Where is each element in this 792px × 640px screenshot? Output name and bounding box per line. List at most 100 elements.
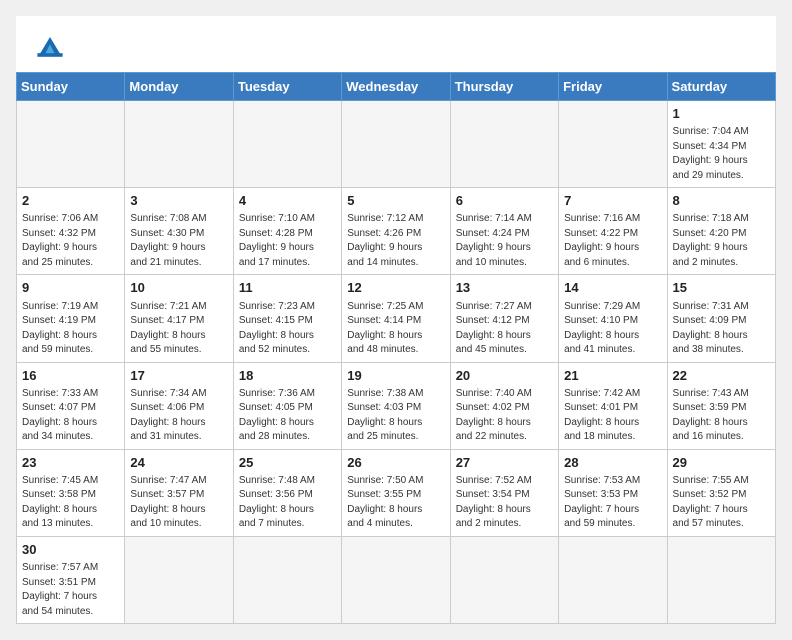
calendar-cell: 17 Sunrise: 7:34 AM Sunset: 4:06 PM Dayli… [125, 362, 233, 449]
weekday-header-monday: Monday [125, 73, 233, 101]
calendar-cell [450, 101, 558, 188]
day-info: Sunrise: 7:14 AM Sunset: 4:24 PM Dayligh… [456, 212, 553, 270]
calendar-cell: 4Sunrise: 7:10 AM Sunset: 4:28 PM Daylig… [233, 188, 341, 275]
calendar-cell: 18 Sunrise: 7:36 AM Sunset: 4:05 PM Dayli… [233, 362, 341, 449]
calendar-cell: 20 Sunrise: 7:40 AM Sunset: 4:02 PM Dayli… [450, 362, 558, 449]
calendar-cell: 21Sunrise: 7:42 AM Sunset: 4:01 PM Dayli… [559, 362, 667, 449]
calendar-cell [559, 101, 667, 188]
weekday-header-friday: Friday [559, 73, 667, 101]
calendar-week-2: 2 Sunrise: 7:06 AM Sunset: 4:32 PM Daylig… [17, 188, 776, 275]
day-number: 28 [564, 454, 661, 472]
day-number: 18 [239, 367, 336, 385]
day-info: Sunrise: 7:04 AM Sunset: 4:34 PM Dayligh… [673, 125, 770, 183]
day-number: 20 [456, 367, 553, 385]
calendar-cell: 11 Sunrise: 7:23 AM Sunset: 4:15 PM Dayli… [233, 275, 341, 362]
calendar-cell [667, 536, 775, 623]
day-number: 5 [347, 192, 444, 210]
day-info: Sunrise: 7:06 AM Sunset: 4:32 PM Dayligh… [22, 212, 119, 270]
calendar-cell: 29 Sunrise: 7:55 AM Sunset: 3:52 PM Dayli… [667, 449, 775, 536]
day-number: 7 [564, 192, 661, 210]
day-info: Sunrise: 7:55 AM Sunset: 3:52 PM Dayligh… [673, 474, 770, 532]
calendar-week-4: 16Sunrise: 7:33 AM Sunset: 4:07 PM Dayli… [17, 362, 776, 449]
day-number: 8 [673, 192, 770, 210]
calendar-cell: 24 Sunrise: 7:47 AM Sunset: 3:57 PM Dayli… [125, 449, 233, 536]
calendar-cell: 1Sunrise: 7:04 AM Sunset: 4:34 PM Daylig… [667, 101, 775, 188]
day-info: Sunrise: 7:47 AM Sunset: 3:57 PM Dayligh… [130, 474, 227, 532]
weekday-header-sunday: Sunday [17, 73, 125, 101]
calendar-cell: 7 Sunrise: 7:16 AM Sunset: 4:22 PM Daylig… [559, 188, 667, 275]
calendar-week-5: 23 Sunrise: 7:45 AM Sunset: 3:58 PM Dayli… [17, 449, 776, 536]
calendar-cell: 6 Sunrise: 7:14 AM Sunset: 4:24 PM Daylig… [450, 188, 558, 275]
day-number: 21 [564, 367, 661, 385]
day-info: Sunrise: 7:21 AM Sunset: 4:17 PM Dayligh… [130, 300, 227, 358]
day-number: 10 [130, 279, 227, 297]
weekday-header-thursday: Thursday [450, 73, 558, 101]
day-info: Sunrise: 7:16 AM Sunset: 4:22 PM Dayligh… [564, 212, 661, 270]
day-info: Sunrise: 7:25 AM Sunset: 4:14 PM Dayligh… [347, 300, 444, 358]
calendar-cell: 12 Sunrise: 7:25 AM Sunset: 4:14 PM Dayli… [342, 275, 450, 362]
calendar-cell [342, 536, 450, 623]
day-info: Sunrise: 7:36 AM Sunset: 4:05 PM Dayligh… [239, 387, 336, 445]
day-info: Sunrise: 7:34 AM Sunset: 4:06 PM Dayligh… [130, 387, 227, 445]
day-info: Sunrise: 7:45 AM Sunset: 3:58 PM Dayligh… [22, 474, 119, 532]
day-info: Sunrise: 7:27 AM Sunset: 4:12 PM Dayligh… [456, 300, 553, 358]
day-info: Sunrise: 7:12 AM Sunset: 4:26 PM Dayligh… [347, 212, 444, 270]
calendar-cell [125, 536, 233, 623]
day-info: Sunrise: 7:53 AM Sunset: 3:53 PM Dayligh… [564, 474, 661, 532]
calendar-cell [17, 101, 125, 188]
day-info: Sunrise: 7:50 AM Sunset: 3:55 PM Dayligh… [347, 474, 444, 532]
day-number: 15 [673, 279, 770, 297]
day-number: 6 [456, 192, 553, 210]
calendar-cell: 2 Sunrise: 7:06 AM Sunset: 4:32 PM Daylig… [17, 188, 125, 275]
calendar-cell [450, 536, 558, 623]
calendar-cell: 27Sunrise: 7:52 AM Sunset: 3:54 PM Dayli… [450, 449, 558, 536]
calendar-cell: 22 Sunrise: 7:43 AM Sunset: 3:59 PM Dayli… [667, 362, 775, 449]
calendar-cell: 16Sunrise: 7:33 AM Sunset: 4:07 PM Dayli… [17, 362, 125, 449]
day-info: Sunrise: 7:18 AM Sunset: 4:20 PM Dayligh… [673, 212, 770, 270]
weekday-header-saturday: Saturday [667, 73, 775, 101]
day-info: Sunrise: 7:23 AM Sunset: 4:15 PM Dayligh… [239, 300, 336, 358]
calendar-week-1: 1Sunrise: 7:04 AM Sunset: 4:34 PM Daylig… [17, 101, 776, 188]
calendar-cell: 8 Sunrise: 7:18 AM Sunset: 4:20 PM Daylig… [667, 188, 775, 275]
calendar-cell: 5 Sunrise: 7:12 AM Sunset: 4:26 PM Daylig… [342, 188, 450, 275]
logo [32, 28, 74, 64]
day-number: 11 [239, 279, 336, 297]
day-number: 9 [22, 279, 119, 297]
weekday-header-tuesday: Tuesday [233, 73, 341, 101]
day-info: Sunrise: 7:48 AM Sunset: 3:56 PM Dayligh… [239, 474, 336, 532]
calendar-cell [125, 101, 233, 188]
calendar-cell: 9 Sunrise: 7:19 AM Sunset: 4:19 PM Daylig… [17, 275, 125, 362]
weekday-header-wednesday: Wednesday [342, 73, 450, 101]
day-info: Sunrise: 7:29 AM Sunset: 4:10 PM Dayligh… [564, 300, 661, 358]
day-number: 16 [22, 367, 119, 385]
day-number: 27 [456, 454, 553, 472]
day-info: Sunrise: 7:43 AM Sunset: 3:59 PM Dayligh… [673, 387, 770, 445]
calendar-cell: 25Sunrise: 7:48 AM Sunset: 3:56 PM Dayli… [233, 449, 341, 536]
day-number: 29 [673, 454, 770, 472]
day-number: 2 [22, 192, 119, 210]
calendar-week-6: 30Sunrise: 7:57 AM Sunset: 3:51 PM Dayli… [17, 536, 776, 623]
day-info: Sunrise: 7:31 AM Sunset: 4:09 PM Dayligh… [673, 300, 770, 358]
calendar-cell: 3Sunrise: 7:08 AM Sunset: 4:30 PM Daylig… [125, 188, 233, 275]
day-number: 22 [673, 367, 770, 385]
calendar-cell: 30Sunrise: 7:57 AM Sunset: 3:51 PM Dayli… [17, 536, 125, 623]
calendar-cell: 15 Sunrise: 7:31 AM Sunset: 4:09 PM Dayli… [667, 275, 775, 362]
calendar-cell: 26Sunrise: 7:50 AM Sunset: 3:55 PM Dayli… [342, 449, 450, 536]
calendar-cell: 10 Sunrise: 7:21 AM Sunset: 4:17 PM Dayli… [125, 275, 233, 362]
page: SundayMondayTuesdayWednesdayThursdayFrid… [16, 16, 776, 624]
calendar-cell: 28 Sunrise: 7:53 AM Sunset: 3:53 PM Dayli… [559, 449, 667, 536]
day-info: Sunrise: 7:40 AM Sunset: 4:02 PM Dayligh… [456, 387, 553, 445]
day-info: Sunrise: 7:10 AM Sunset: 4:28 PM Dayligh… [239, 212, 336, 270]
calendar-cell: 19Sunrise: 7:38 AM Sunset: 4:03 PM Dayli… [342, 362, 450, 449]
calendar-cell: 13 Sunrise: 7:27 AM Sunset: 4:12 PM Dayli… [450, 275, 558, 362]
day-number: 17 [130, 367, 227, 385]
calendar-week-3: 9 Sunrise: 7:19 AM Sunset: 4:19 PM Daylig… [17, 275, 776, 362]
day-number: 24 [130, 454, 227, 472]
day-info: Sunrise: 7:19 AM Sunset: 4:19 PM Dayligh… [22, 300, 119, 358]
day-number: 12 [347, 279, 444, 297]
day-number: 14 [564, 279, 661, 297]
day-info: Sunrise: 7:57 AM Sunset: 3:51 PM Dayligh… [22, 561, 119, 619]
day-number: 13 [456, 279, 553, 297]
header [16, 16, 776, 72]
day-number: 23 [22, 454, 119, 472]
